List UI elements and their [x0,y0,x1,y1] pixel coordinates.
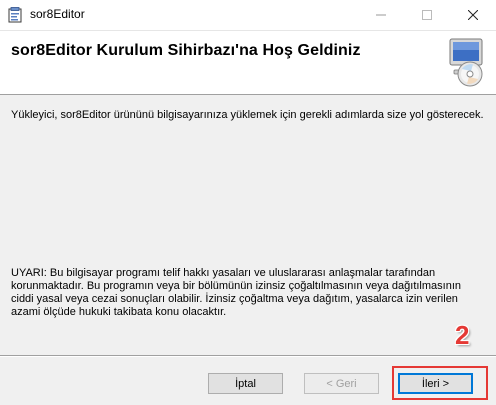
minimize-button[interactable] [358,0,404,30]
maximize-button[interactable] [404,0,450,30]
step-number-annotation: 2 [455,320,470,350]
computer-cd-icon [449,38,483,87]
installer-icon [8,7,22,23]
wizard-header: sor8Editor Kurulum Sihirbazı'na Hoş Geld… [0,31,496,95]
footer-divider-highlight [0,356,496,357]
page-title: sor8Editor Kurulum Sihirbazı'na Hoş Geld… [11,42,361,59]
window-title: sor8Editor [30,7,85,21]
minimize-icon [376,14,386,16]
close-button[interactable] [450,0,496,30]
cancel-button[interactable]: İptal [208,373,283,394]
maximize-icon [422,10,432,20]
copyright-warning: UYARI: Bu bilgisayar programı telif hakk… [11,267,462,318]
title-bar: sor8Editor [0,0,496,31]
close-icon [468,10,478,20]
intro-text: Yükleyici, sor8Editor ürününü bilgisayar… [11,109,484,121]
next-button-highlight [392,366,488,400]
back-button[interactable]: < Geri [304,373,379,394]
